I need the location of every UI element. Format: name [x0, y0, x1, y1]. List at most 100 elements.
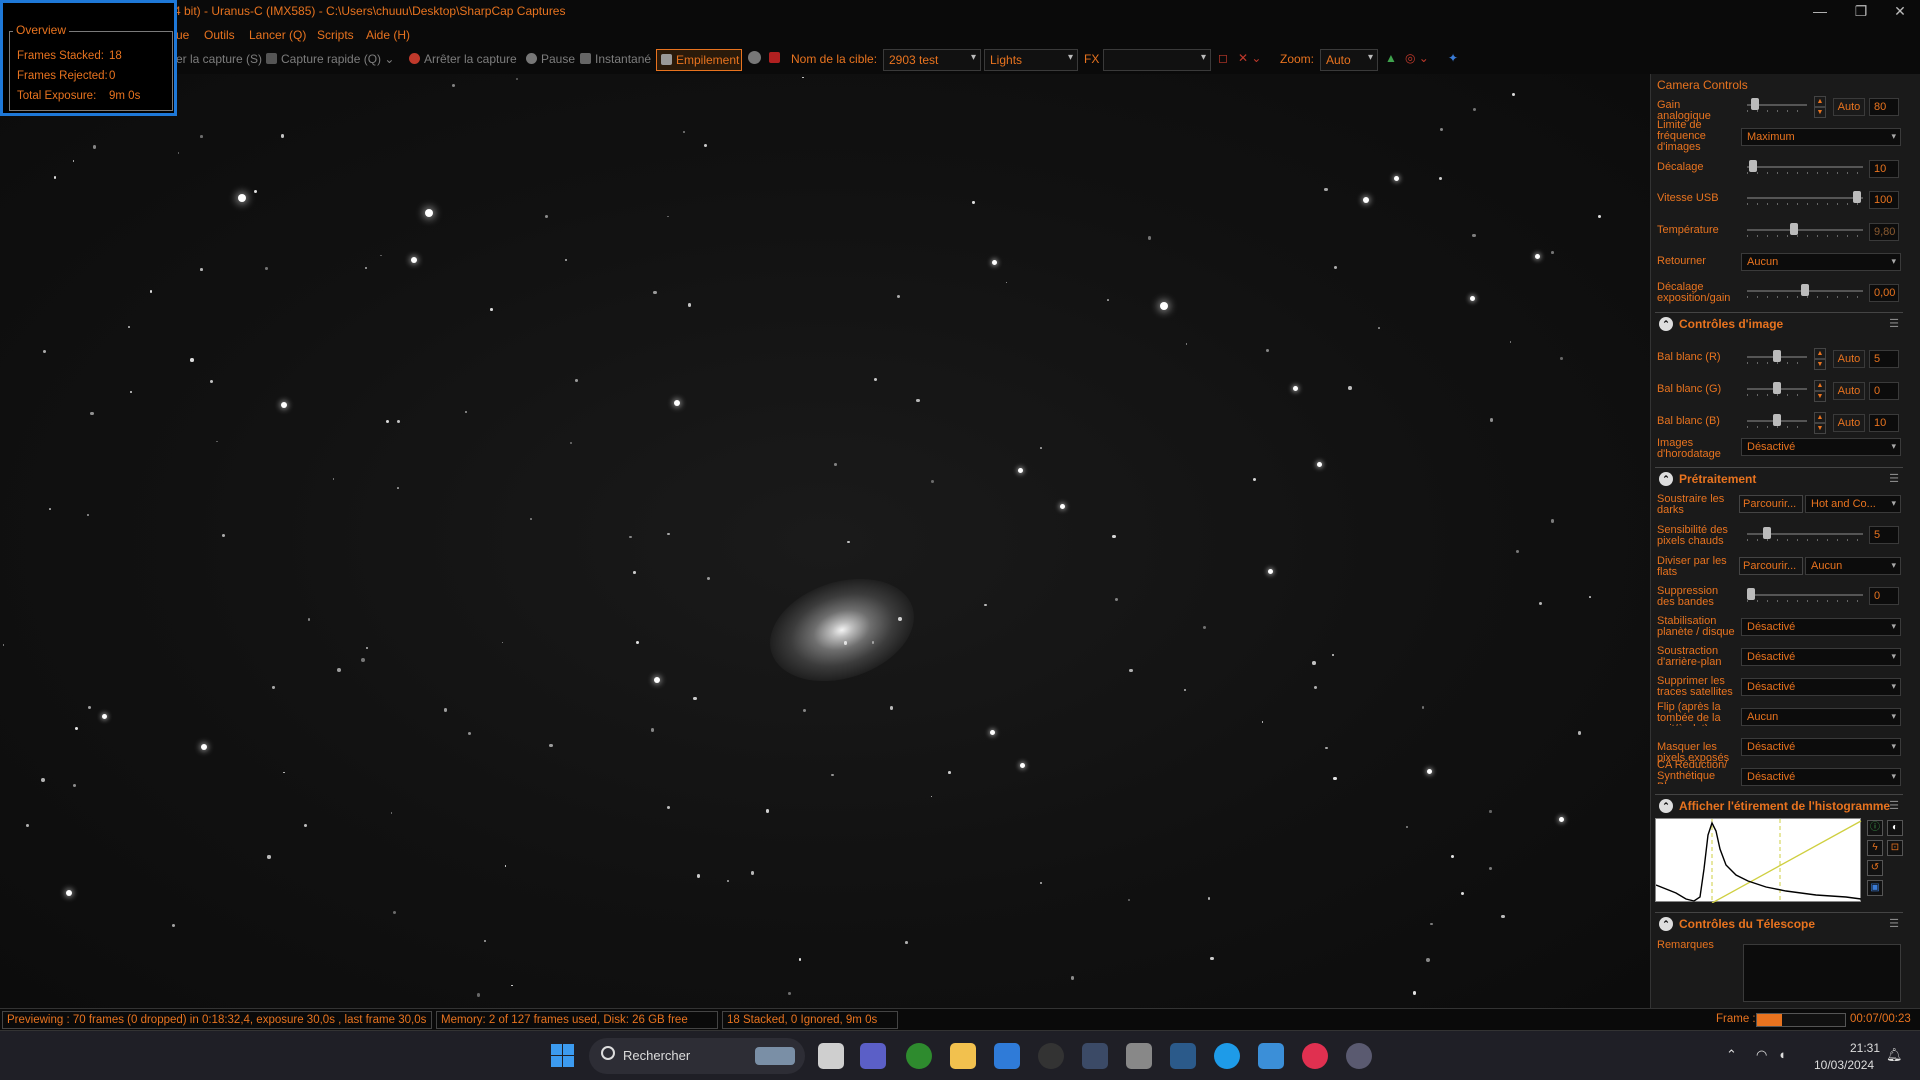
satellite-select[interactable]: Désactivé ▾ [1741, 678, 1901, 696]
photos-icon[interactable] [1258, 1043, 1284, 1069]
menu-launch[interactable]: Lancer (Q) [249, 28, 306, 42]
stop-capture-button[interactable]: Arrêter la capture [409, 52, 517, 66]
store-icon[interactable] [994, 1043, 1020, 1069]
app-icon-tool[interactable] [1126, 1043, 1152, 1069]
gain-value[interactable]: 80 [1869, 98, 1899, 116]
clock-date[interactable]: 10/03/2024 [1814, 1058, 1874, 1072]
focus-tool-icon[interactable]: ◎ ⌄ [1405, 51, 1429, 65]
exposure-offset-slider[interactable] [1747, 284, 1863, 298]
wb-r-stepper[interactable]: ▲ ▼ [1814, 348, 1826, 370]
wb-b-stepper[interactable]: ▲ ▼ [1814, 412, 1826, 434]
menu-icon[interactable]: ☰ [1889, 799, 1899, 812]
stabilization-select[interactable]: Désactivé ▾ [1741, 618, 1901, 636]
wb-r-slider[interactable] [1747, 350, 1807, 364]
xbox-icon[interactable] [906, 1043, 932, 1069]
stacking-button[interactable]: Empilement [656, 49, 742, 71]
pause-button[interactable]: Pause [526, 52, 575, 66]
teams-icon[interactable] [860, 1043, 886, 1069]
darks-select[interactable]: Hot and Co... ▾ [1805, 495, 1901, 513]
info-icon[interactable]: ⓘ [1867, 820, 1883, 836]
hot-pixel-value[interactable]: 5 [1869, 526, 1899, 544]
usb-speed-slider[interactable] [1747, 191, 1863, 205]
frame-rate-select[interactable]: Maximum ▾ [1741, 128, 1901, 146]
windows-start-icon[interactable] [550, 1043, 576, 1069]
fx-select[interactable]: ▾ [1103, 49, 1211, 71]
polar-align-icon[interactable]: ✦ [1448, 51, 1458, 65]
target-name-select[interactable]: 2903 test ▾ [883, 49, 981, 71]
volume-icon[interactable]: ◖ [1778, 1047, 1786, 1062]
timestamp-select[interactable]: Désactivé ▾ [1741, 438, 1901, 456]
start-capture-button[interactable]: er la capture (S) [176, 52, 262, 66]
gain-auto-button[interactable]: Auto [1833, 98, 1865, 116]
app-icon-mask[interactable] [1038, 1043, 1064, 1069]
wb-b-value[interactable]: 10 [1869, 414, 1899, 432]
contrast-icon[interactable]: ◐ [1887, 820, 1903, 836]
sharpcap-icon[interactable] [1346, 1043, 1372, 1069]
app-icon-chart[interactable] [1170, 1043, 1196, 1069]
live-stack-icon[interactable] [748, 51, 765, 66]
lightning-icon[interactable]: ϟ [1867, 840, 1883, 856]
menu-tools[interactable]: Outils [204, 28, 235, 42]
wb-b-slider[interactable] [1747, 414, 1807, 428]
menu-view[interactable]: ue [176, 28, 189, 42]
ca-select[interactable]: Désactivé ▾ [1741, 768, 1901, 786]
histogram-header[interactable]: ⌃ Afficher l'étirement de l'histogramme … [1655, 794, 1903, 816]
frame-type-select[interactable]: Lights ▾ [984, 49, 1078, 71]
banding-value[interactable]: 0 [1869, 587, 1899, 605]
zoom-select[interactable]: Auto ▾ [1320, 49, 1378, 71]
background-select[interactable]: Désactivé ▾ [1741, 648, 1901, 666]
search-box[interactable]: Rechercher [589, 1038, 805, 1074]
banding-slider[interactable] [1747, 588, 1863, 602]
clock-time[interactable]: 21:31 [1850, 1041, 1880, 1055]
task-view-icon[interactable] [818, 1043, 844, 1069]
save-icon[interactable]: ▣ [1867, 880, 1883, 896]
wb-g-stepper[interactable]: ▲ ▼ [1814, 380, 1826, 402]
menu-icon[interactable]: ☰ [1889, 472, 1899, 485]
flats-select[interactable]: Aucun ▾ [1805, 557, 1901, 575]
gain-stepper[interactable]: ▲ ▼ [1814, 96, 1826, 118]
lock-icon[interactable]: ⊡ [1887, 840, 1903, 856]
snapshot-button[interactable]: Instantané [580, 52, 651, 66]
quick-capture-button[interactable]: Capture rapide (Q) ⌄ [266, 52, 394, 66]
close-button[interactable]: ✕ [1877, 0, 1920, 24]
wb-g-auto-button[interactable]: Auto [1833, 382, 1865, 400]
minimize-button[interactable]: — [1797, 0, 1843, 24]
tray-chevron-icon[interactable]: ⌃ [1726, 1047, 1737, 1063]
menu-scripts[interactable]: Scripts [317, 28, 354, 42]
usb-speed-value[interactable]: 100 [1869, 191, 1899, 209]
exposure-offset-value[interactable]: 0,00 [1869, 284, 1899, 302]
flip-select[interactable]: Aucun ▾ [1741, 253, 1901, 271]
wb-g-slider[interactable] [1747, 382, 1807, 396]
telescope-header[interactable]: ⌃ Contrôles du Télescope ☰ [1655, 912, 1903, 934]
preprocessing-header[interactable]: ⌃ Prétraitement ☰ [1655, 467, 1903, 489]
crosshair-icon[interactable]: ✕ ⌄ [1238, 51, 1261, 65]
wb-b-auto-button[interactable]: Auto [1833, 414, 1865, 432]
hot-pixel-slider[interactable] [1747, 527, 1863, 541]
notification-icon[interactable]: 🔔︎ [1886, 1047, 1903, 1063]
wb-g-value[interactable]: 0 [1869, 382, 1899, 400]
app-icon-red[interactable] [1302, 1043, 1328, 1069]
remarks-input[interactable] [1743, 944, 1901, 1002]
image-controls-header[interactable]: ⌃ Contrôles d'image ☰ [1655, 312, 1903, 334]
app-icon-camera[interactable] [1082, 1043, 1108, 1069]
camera-preview[interactable] [0, 74, 1650, 1008]
wb-r-value[interactable]: 5 [1869, 350, 1899, 368]
reticle-icon[interactable]: ◻ [1218, 51, 1228, 65]
menu-help[interactable]: Aide (H) [366, 28, 410, 42]
flip-pre-select[interactable]: Aucun ▾ [1741, 708, 1901, 726]
file-explorer-icon[interactable] [950, 1043, 976, 1069]
wifi-icon[interactable]: ◠ [1756, 1047, 1767, 1063]
histogram-graph[interactable] [1655, 818, 1862, 904]
menu-icon[interactable]: ☰ [1889, 917, 1899, 930]
darks-browse-button[interactable]: Parcourir... [1739, 495, 1803, 513]
offset-slider[interactable] [1747, 160, 1863, 174]
histogram-icon[interactable]: ▲ [1385, 51, 1397, 65]
edge-icon[interactable] [1214, 1043, 1240, 1069]
reset-icon[interactable]: ↺ [1867, 860, 1883, 876]
wb-r-auto-button[interactable]: Auto [1833, 350, 1865, 368]
menu-icon[interactable]: ☰ [1889, 317, 1899, 330]
mask-select[interactable]: Désactivé ▾ [1741, 738, 1901, 756]
offset-value[interactable]: 10 [1869, 160, 1899, 178]
flats-browse-button[interactable]: Parcourir... [1739, 557, 1803, 575]
gain-slider[interactable] [1747, 98, 1807, 112]
